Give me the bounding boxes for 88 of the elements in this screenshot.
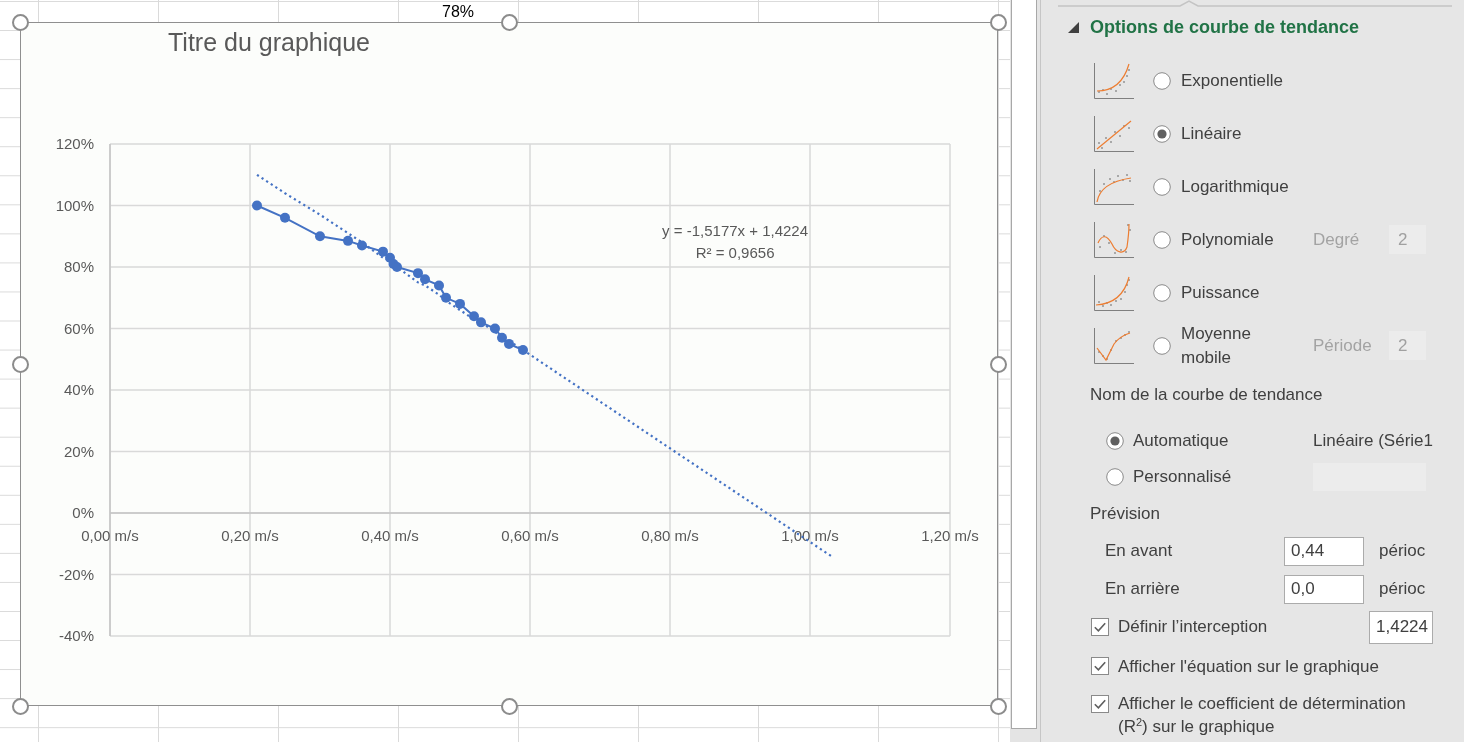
data-point[interactable]: [497, 332, 507, 343]
moving-average-icon: [1094, 327, 1134, 364]
unit-label: périoc: [1379, 540, 1426, 562]
data-point[interactable]: [476, 317, 486, 328]
y-axis-label: 80%: [63, 258, 94, 275]
y-axis-label: 0%: [72, 504, 94, 521]
section-title[interactable]: Options de courbe de tendance: [1090, 15, 1360, 39]
vertical-scrollbar[interactable]: [1011, 0, 1037, 729]
input-field[interactable]: 1,4224: [1369, 610, 1433, 644]
resize-handle[interactable]: [989, 13, 1007, 31]
radio-button[interactable]: [1106, 468, 1124, 486]
x-axis-label: 0,60 m/s: [501, 527, 559, 544]
x-axis-label: 0,40 m/s: [361, 527, 419, 544]
radio-button[interactable]: [1153, 71, 1171, 90]
data-point[interactable]: [434, 280, 444, 291]
resize-handle[interactable]: [11, 697, 29, 715]
data-point[interactable]: [280, 212, 290, 223]
radio-button[interactable]: [1153, 283, 1171, 302]
trendline-label[interactable]: R² = 0,9656: [695, 244, 775, 261]
data-point[interactable]: [518, 345, 528, 356]
y-axis-label: 40%: [63, 381, 94, 398]
section-label: Prévision: [1090, 503, 1161, 525]
option-label: Puissance: [1181, 281, 1261, 304]
resize-handle[interactable]: [500, 13, 518, 31]
y-axis-label: 100%: [55, 196, 94, 214]
y-axis-label: -20%: [58, 565, 94, 583]
chart-title: Titre du graphique: [168, 28, 370, 56]
series-line[interactable]: [252, 200, 528, 356]
cell-value: 78%: [442, 3, 474, 21]
x-axis-label: 0,00 m/s: [81, 527, 139, 544]
data-point[interactable]: [441, 292, 451, 303]
x-axis-label: 0,80 m/s: [641, 527, 699, 544]
radio-button[interactable]: [1153, 177, 1171, 196]
chart-area[interactable]: Titre du graphique -40% -20% 0% 20% 40% 60% 80% 100% 120% 0,00 m/s 0,20 m/s 0,40 m/s 0,60 m/s 0,80 m/s 1,00 m/s 1,20 m/s y = -1,5177x + 1,4224 R² = 0,9656: [20, 22, 998, 706]
x-axis-label: 1,20 m/s: [921, 527, 979, 544]
data-point[interactable]: [357, 240, 367, 251]
linear-trend-icon: [1094, 115, 1134, 152]
option-label: Polynomiale: [1181, 228, 1275, 251]
checkbox-label: Définir l’interception: [1118, 616, 1269, 638]
option-label: Exponentielle: [1181, 69, 1285, 92]
option-label: Linéaire: [1181, 122, 1243, 145]
input-field[interactable]: 0,44: [1284, 536, 1364, 566]
data-point[interactable]: [343, 235, 353, 246]
section-label: Nom de la courbe de tendance: [1090, 384, 1324, 406]
power-curve-icon: [1094, 274, 1134, 311]
radio-button[interactable]: [1153, 124, 1171, 143]
y-axis-label: 20%: [63, 442, 94, 460]
y-axis-label: 60%: [63, 319, 94, 337]
data-point[interactable]: [490, 323, 500, 334]
field-label: En avant: [1105, 540, 1174, 562]
checkbox[interactable]: [1091, 657, 1109, 675]
field-label: En arrière: [1105, 578, 1181, 600]
data-point[interactable]: [252, 200, 262, 211]
data-point[interactable]: [315, 231, 325, 242]
y-axis-label: -40%: [58, 627, 94, 644]
polynomial-curve-icon: [1094, 221, 1134, 258]
logarithmic-curve-icon: [1094, 168, 1134, 205]
resize-handle[interactable]: [11, 355, 29, 373]
radio-button[interactable]: [1153, 230, 1171, 249]
data-point[interactable]: [378, 246, 388, 257]
data-point[interactable]: [392, 262, 402, 272]
parameter-label: Période: [1313, 334, 1373, 357]
radio-button[interactable]: [1106, 432, 1124, 450]
unit-label: périoc: [1379, 578, 1426, 600]
trendline-name-text: Linéaire (Série1: [1313, 430, 1433, 452]
data-point[interactable]: [455, 298, 465, 309]
checkbox[interactable]: [1091, 618, 1109, 636]
resize-handle[interactable]: [11, 13, 29, 31]
caret-icon[interactable]: [1068, 21, 1079, 33]
data-point[interactable]: [413, 268, 423, 279]
input-field[interactable]: 0,0: [1284, 574, 1364, 604]
option-label: Personnalisé: [1133, 466, 1233, 488]
exponential-curve-icon: [1094, 62, 1134, 99]
parameter-label: Degré: [1313, 228, 1361, 251]
y-axis-label: 120%: [55, 135, 94, 152]
checkbox-label: Afficher le coefficient de détermination (R$^{2}$) sur le graphique: [1118, 693, 1407, 738]
data-point[interactable]: [420, 274, 430, 285]
x-axis-label: 1,00 m/s: [781, 527, 839, 544]
data-point[interactable]: [469, 311, 479, 322]
option-label: Logarithmique: [1181, 175, 1290, 198]
x-axis-label: 0,20 m/s: [221, 527, 279, 544]
checkbox-label: Afficher l'équation sur le graphique: [1118, 655, 1380, 678]
radio-button[interactable]: [1153, 336, 1171, 355]
data-point[interactable]: [504, 338, 514, 349]
trendline-label[interactable]: y = -1,5177x + 1,4224: [662, 222, 809, 239]
option-label: Moyenne mobile: [1181, 322, 1252, 369]
option-label: Automatique: [1133, 430, 1230, 452]
checkbox[interactable]: [1091, 695, 1109, 713]
